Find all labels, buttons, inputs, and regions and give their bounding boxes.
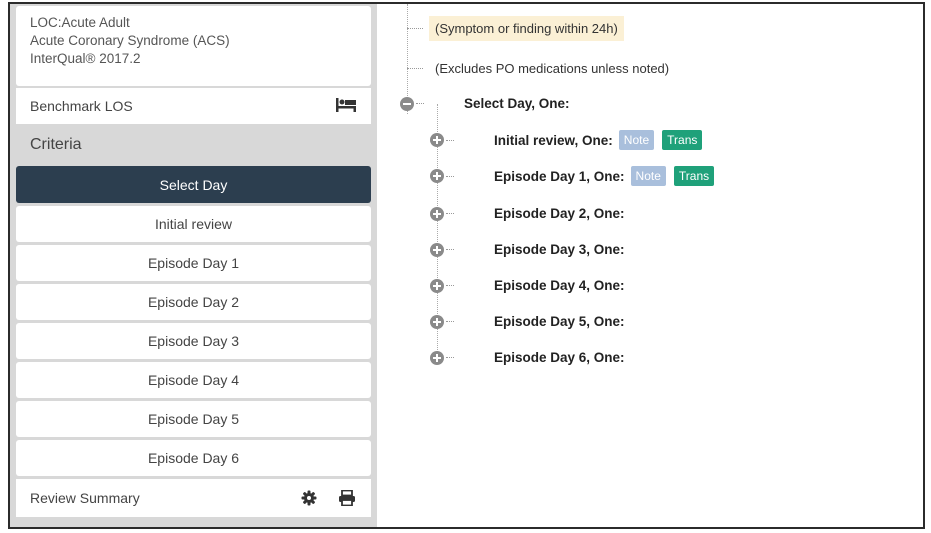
bed-icon[interactable] <box>335 97 357 116</box>
version-label: InterQual® 2017.2 <box>30 51 141 66</box>
tree-node-label: Episode Day 6, One: <box>494 350 625 365</box>
tree-node[interactable]: Initial review, One: Note Trans <box>430 130 703 150</box>
criteria-tree-panel: (Symptom or finding within 24h) (Exclude… <box>377 4 923 527</box>
expand-icon[interactable] <box>430 206 444 221</box>
tree-node[interactable]: Episode Day 4, One: <box>430 278 625 293</box>
tree-note-row: (Excludes PO medications unless noted) <box>407 56 675 81</box>
nav-episode-day-5[interactable]: Episode Day 5 <box>16 401 371 437</box>
nav-episode-day-2[interactable]: Episode Day 2 <box>16 284 371 320</box>
tree-node-label: Episode Day 3, One: <box>494 242 625 257</box>
tree-node-label: Select Day, One: <box>464 96 570 111</box>
nav-episode-day-1[interactable]: Episode Day 1 <box>16 245 371 281</box>
benchmark-los-label: Benchmark LOS <box>30 98 133 114</box>
expand-icon[interactable] <box>430 242 444 257</box>
tree-node-label: Episode Day 5, One: <box>494 314 625 329</box>
note-badge[interactable]: Note <box>618 130 655 150</box>
tree-node[interactable]: Episode Day 3, One: <box>430 242 625 257</box>
criteria-heading: Criteria <box>30 136 82 153</box>
loc-label: LOC:Acute Adult <box>30 15 130 30</box>
tree-node[interactable]: Episode Day 5, One: <box>430 314 625 329</box>
app-frame: LOC:Acute Adult Acute Coronary Syndrome … <box>8 2 925 529</box>
symptom-note: (Symptom or finding within 24h) <box>429 16 624 41</box>
print-icon[interactable] <box>337 488 357 508</box>
gear-icon[interactable] <box>299 488 319 508</box>
nav-select-day[interactable]: Select Day <box>16 166 371 203</box>
subset-label: Acute Coronary Syndrome (ACS) <box>30 33 230 48</box>
trans-badge[interactable]: Trans <box>673 166 715 186</box>
nav-episode-day-3[interactable]: Episode Day 3 <box>16 323 371 359</box>
nav-episode-day-6[interactable]: Episode Day 6 <box>16 440 371 476</box>
tree-node-label: Episode Day 2, One: <box>494 206 625 221</box>
review-summary-label[interactable]: Review Summary <box>30 490 281 506</box>
tree-node[interactable]: Episode Day 6, One: <box>430 350 625 365</box>
expand-icon[interactable] <box>430 350 444 365</box>
benchmark-los-row[interactable]: Benchmark LOS <box>16 88 371 124</box>
expand-icon[interactable] <box>430 278 444 293</box>
collapse-icon[interactable] <box>400 96 414 111</box>
tree-node-label: Episode Day 4, One: <box>494 278 625 293</box>
review-summary-row[interactable]: Review Summary <box>16 479 371 517</box>
expand-icon[interactable] <box>430 133 444 147</box>
tree-node-label: Initial review, One: <box>494 132 613 148</box>
nav-initial-review[interactable]: Initial review <box>16 206 371 242</box>
tree-node[interactable]: Episode Day 1, One: Note Trans <box>430 166 715 186</box>
sidebar: LOC:Acute Adult Acute Coronary Syndrome … <box>10 4 377 527</box>
tree-node-root[interactable]: Select Day, One: <box>400 96 570 111</box>
trans-badge[interactable]: Trans <box>662 130 703 150</box>
tree-note-row: (Symptom or finding within 24h) <box>407 16 624 41</box>
subset-info: LOC:Acute Adult Acute Coronary Syndrome … <box>16 6 371 86</box>
note-badge[interactable]: Note <box>630 166 666 186</box>
medications-note: (Excludes PO medications unless noted) <box>435 61 670 76</box>
expand-icon[interactable] <box>430 314 444 329</box>
tree-node[interactable]: Episode Day 2, One: <box>430 206 625 221</box>
tree-node-label: Episode Day 1, One: <box>494 168 625 184</box>
nav-episode-day-4[interactable]: Episode Day 4 <box>16 362 371 398</box>
expand-icon[interactable] <box>430 169 444 183</box>
